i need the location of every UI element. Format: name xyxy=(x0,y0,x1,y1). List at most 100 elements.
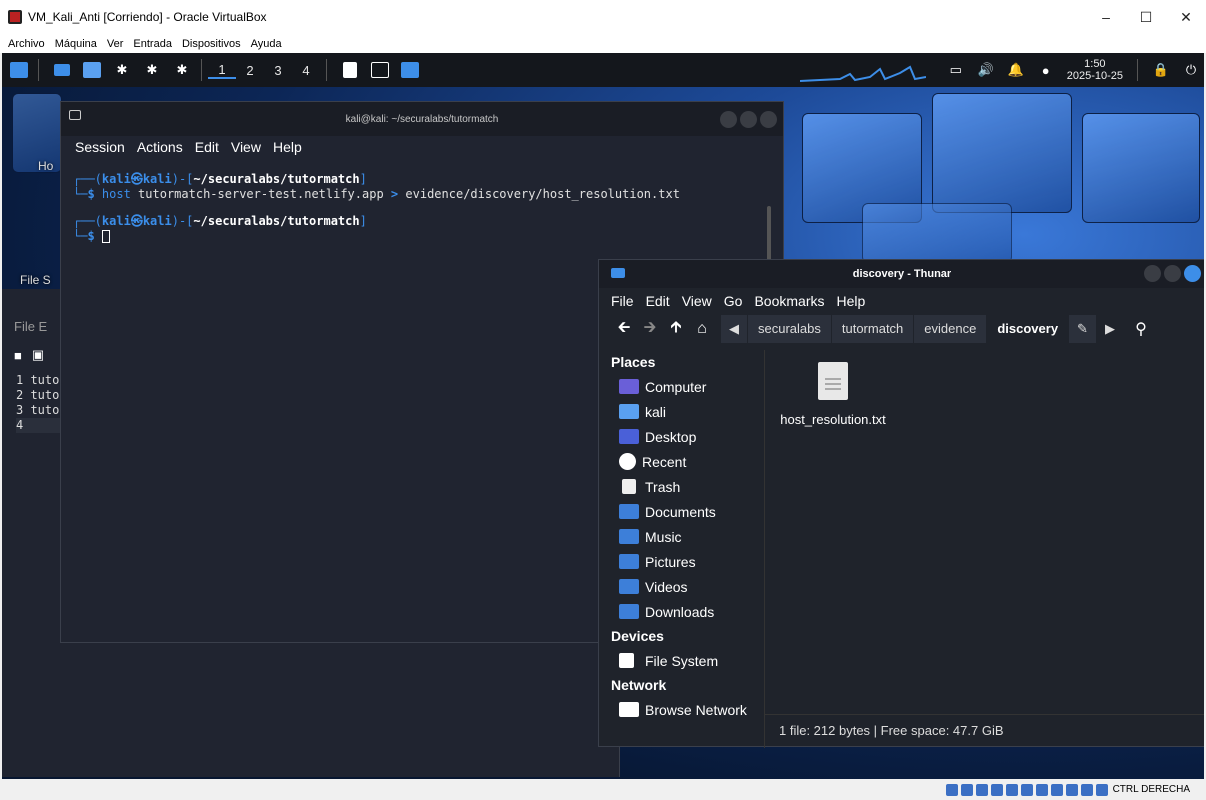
places-header: Places xyxy=(611,354,656,370)
terminal-menu-help[interactable]: Help xyxy=(273,139,302,155)
thunar-window: discovery - Thunar File Edit View Go Boo… xyxy=(598,259,1204,748)
thunar-menu-file[interactable]: File xyxy=(611,293,634,309)
breadcrumb-securalabs[interactable]: securalabs xyxy=(748,315,832,343)
sidebar-item-filesystem[interactable]: File System xyxy=(599,648,764,673)
documents-folder-icon xyxy=(619,504,639,519)
optical-drive-icon[interactable] xyxy=(960,783,973,796)
breadcrumb-tutormatch[interactable]: tutormatch xyxy=(831,315,915,343)
kali-menu-icon[interactable] xyxy=(6,58,32,82)
notification-bell-icon[interactable]: 🔔 xyxy=(1003,58,1029,82)
audio-icon[interactable] xyxy=(975,783,988,796)
workspace-1[interactable]: 1 xyxy=(208,62,236,79)
thunar-minimize-button[interactable] xyxy=(1144,265,1161,282)
terminal-menu-session[interactable]: Session xyxy=(75,139,125,155)
show-desktop-icon[interactable] xyxy=(49,58,75,82)
edit-location-icon[interactable]: ✎ xyxy=(1069,315,1097,343)
terminal-menu-view[interactable]: View xyxy=(231,139,261,155)
thunar-menu-bookmarks[interactable]: Bookmarks xyxy=(754,293,824,309)
downloads-folder-icon xyxy=(619,604,639,619)
sidebar-item-pictures[interactable]: Pictures xyxy=(599,549,764,574)
sidebar-item-videos[interactable]: Videos xyxy=(599,574,764,599)
shared-folder-icon[interactable] xyxy=(1020,783,1033,796)
open-file-icon[interactable]: ▣ xyxy=(32,347,44,363)
network-adapter-icon[interactable] xyxy=(990,783,1003,796)
prompt-host: kali xyxy=(142,172,172,186)
terminal-maximize-button[interactable] xyxy=(740,111,757,128)
terminal-titlebar: kali@kali: ~/securalabs/tutormatch xyxy=(61,102,783,136)
recording-icon[interactable] xyxy=(1050,783,1063,796)
sidebar-item-downloads[interactable]: Downloads xyxy=(599,599,764,624)
mouse-integration-icon[interactable] xyxy=(1080,783,1093,796)
terminal-output[interactable]: ┌──(kali㉿kali)-[~/securalabs/tutormatch]… xyxy=(61,158,783,244)
thunar-close-button[interactable] xyxy=(1184,265,1201,282)
terminal-task-icon[interactable] xyxy=(367,58,393,82)
guest-screen: ✱ ✱ ✱ 1 2 3 4 ▭ 🔊 🔔 ● 1:50 2025-10-25 🔒 … xyxy=(2,53,1204,779)
virtualbox-logo-icon xyxy=(8,10,22,24)
panel-clock[interactable]: 1:50 2025-10-25 xyxy=(1067,58,1123,82)
file-manager-icon[interactable] xyxy=(79,58,105,82)
terminal-close-button[interactable] xyxy=(760,111,777,128)
new-file-icon[interactable]: ■ xyxy=(14,348,22,363)
thunar-maximize-button[interactable] xyxy=(1164,265,1181,282)
menu-maquina[interactable]: Máquina xyxy=(55,38,97,50)
terminal-icon xyxy=(69,110,81,120)
close-button[interactable]: ✕ xyxy=(1166,0,1206,34)
command-redirect: > xyxy=(390,187,399,201)
sidebar-item-computer[interactable]: Computer xyxy=(599,374,764,399)
settings-gear-icon[interactable]: ✱ xyxy=(109,58,135,82)
sidebar-item-recent[interactable]: Recent xyxy=(599,449,764,474)
cpu-status-icon[interactable] xyxy=(1065,783,1078,796)
display-icon[interactable]: ▭ xyxy=(943,58,969,82)
settings-gear-icon[interactable]: ✱ xyxy=(169,58,195,82)
network-status-icon[interactable]: ● xyxy=(1033,58,1059,82)
sidebar-item-documents[interactable]: Documents xyxy=(599,499,764,524)
terminal-minimize-button[interactable] xyxy=(720,111,737,128)
sidebar-item-trash[interactable]: Trash xyxy=(599,474,764,499)
breadcrumb-discovery[interactable]: discovery xyxy=(987,315,1070,343)
menu-ayuda[interactable]: Ayuda xyxy=(251,38,282,50)
minimize-button[interactable]: – xyxy=(1086,0,1126,34)
back-arrow-icon[interactable]: 🡰 xyxy=(611,316,637,343)
breadcrumb-right-icon[interactable]: ▶ xyxy=(1097,315,1124,343)
desktop-icon-home-label[interactable]: Ho xyxy=(38,159,53,173)
volume-icon[interactable]: 🔊 xyxy=(973,58,999,82)
up-arrow-icon[interactable]: 🡱 xyxy=(663,316,689,343)
sidebar-item-music[interactable]: Music xyxy=(599,524,764,549)
prompt-host: kali xyxy=(142,214,172,228)
thunar-menu-edit[interactable]: Edit xyxy=(646,293,670,309)
sidebar-item-browse-network[interactable]: Browse Network xyxy=(599,697,764,722)
menu-entrada[interactable]: Entrada xyxy=(133,38,172,50)
settings-gear-icon[interactable]: ✱ xyxy=(139,58,165,82)
home-icon[interactable]: ⌂ xyxy=(689,320,715,338)
menu-dispositivos[interactable]: Dispositivos xyxy=(182,38,241,50)
lock-icon[interactable]: 🔒 xyxy=(1148,58,1174,82)
terminal-menu-actions[interactable]: Actions xyxy=(137,139,183,155)
logout-icon[interactable]: ⏻ xyxy=(1178,58,1204,82)
text-editor-task-icon[interactable] xyxy=(337,58,363,82)
thunar-file-view[interactable]: host_resolution.txt xyxy=(765,350,1204,716)
terminal-menu-edit[interactable]: Edit xyxy=(195,139,219,155)
file-item[interactable]: host_resolution.txt xyxy=(773,362,893,427)
sidebar-item-kali[interactable]: kali xyxy=(599,399,764,424)
clock-date: 2025-10-25 xyxy=(1066,70,1123,82)
keyboard-capture-icon[interactable] xyxy=(1095,783,1108,796)
menu-ver[interactable]: Ver xyxy=(107,38,124,50)
breadcrumb-left-icon[interactable]: ◀ xyxy=(721,315,748,343)
breadcrumb-evidence[interactable]: evidence xyxy=(914,315,988,343)
thunar-menu-go[interactable]: Go xyxy=(724,293,743,309)
menu-archivo[interactable]: Archivo xyxy=(8,38,45,50)
sidebar-item-desktop[interactable]: Desktop xyxy=(599,424,764,449)
search-icon[interactable]: ⚲ xyxy=(1128,319,1154,339)
workspace-3[interactable]: 3 xyxy=(264,63,292,78)
display-status-icon[interactable] xyxy=(1035,783,1048,796)
folder-task-icon[interactable] xyxy=(397,58,423,82)
desktop-icon-filesystem-label[interactable]: File S xyxy=(20,273,51,287)
maximize-button[interactable]: ☐ xyxy=(1126,0,1166,34)
workspace-2[interactable]: 2 xyxy=(236,63,264,78)
forward-arrow-icon[interactable]: 🡲 xyxy=(637,316,663,343)
workspace-4[interactable]: 4 xyxy=(292,63,320,78)
usb-icon[interactable] xyxy=(1005,783,1018,796)
thunar-menu-help[interactable]: Help xyxy=(837,293,866,309)
thunar-menu-view[interactable]: View xyxy=(682,293,712,309)
hard-disk-icon[interactable] xyxy=(945,783,958,796)
